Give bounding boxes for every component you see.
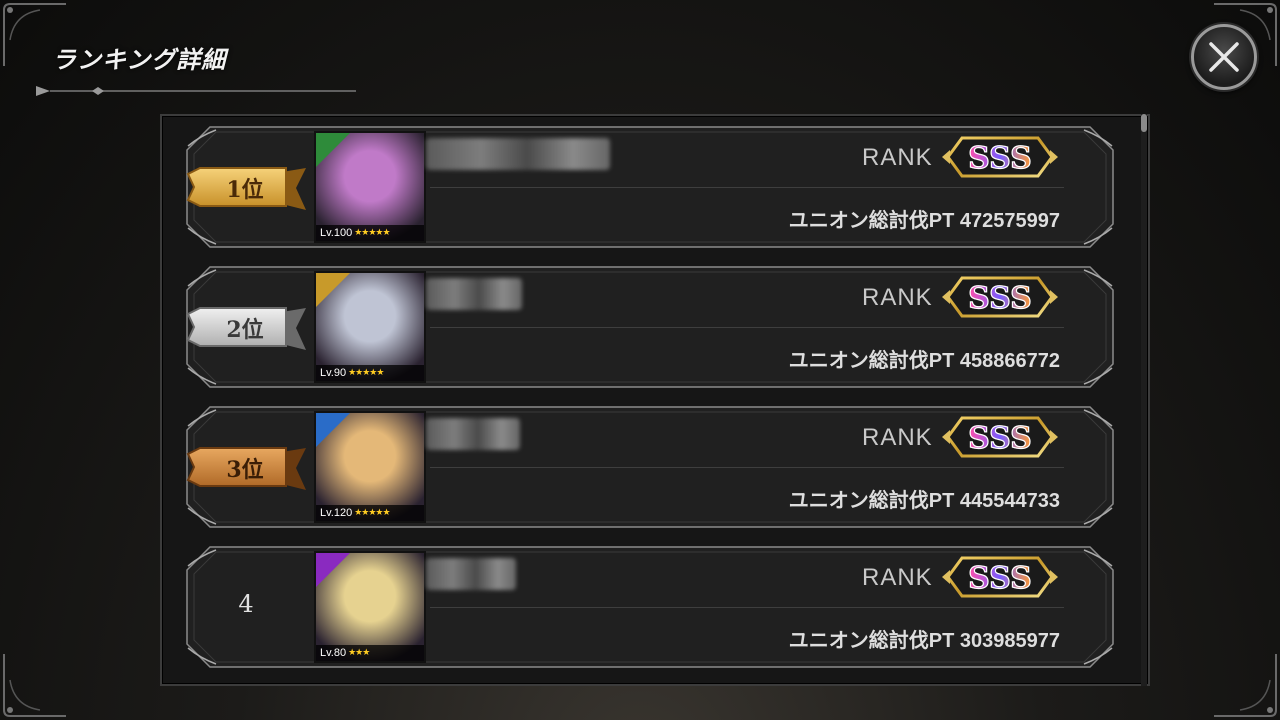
character-avatar: Lv.100 ★★★★★: [314, 131, 426, 243]
rank-grade-badge: SSS: [942, 272, 1058, 322]
character-avatar: Lv.90 ★★★★★: [314, 271, 426, 383]
level-label: Lv.120: [320, 507, 353, 519]
page-title: ランキング詳細: [52, 46, 227, 74]
attribute-corner-icon: [316, 553, 350, 587]
attribute-corner-icon: [316, 273, 350, 307]
union-points: ユニオン総討伐PT 445544733: [788, 490, 1060, 512]
level-bar: Lv.100 ★★★★★: [316, 225, 424, 241]
ranking-row[interactable]: 3位 Lv.120 ★★★★★ RANK SSS ユニオン総討伐PT 44554…: [186, 406, 1114, 528]
svg-text:SSS: SSS: [968, 561, 1032, 596]
rank-grade-badge: SSS: [942, 132, 1058, 182]
rank-position-text: 3位: [226, 457, 264, 483]
ranking-row[interactable]: 1位 Lv.100 ★★★★★ RANK SSS ユニオン総討伐PT 47257…: [186, 126, 1114, 248]
player-name-blurred: [426, 418, 520, 450]
player-name-blurred: [426, 278, 522, 310]
player-name-blurred: [426, 138, 610, 170]
svg-text:SSS: SSS: [968, 421, 1032, 456]
player-name-blurred: [426, 558, 516, 590]
level-bar: Lv.80 ★★★: [316, 645, 424, 661]
level-label: Lv.90: [320, 367, 347, 379]
ornament-corner-bottom-right: [1210, 650, 1280, 720]
rank-position-text: 2位: [226, 317, 264, 343]
rank-position-text: 4: [238, 590, 254, 618]
star-rating: ★★★★★: [354, 508, 390, 518]
rank-grade-badge: SSS: [942, 552, 1058, 602]
row-divider: [430, 327, 1064, 328]
level-bar: Lv.90 ★★★★★: [316, 365, 424, 381]
svg-text:SSS: SSS: [968, 141, 1032, 176]
row-divider: [430, 187, 1064, 188]
star-rating: ★★★★★: [348, 368, 384, 378]
union-points: ユニオン総討伐PT 303985977: [788, 630, 1060, 652]
character-avatar: Lv.120 ★★★★★: [314, 411, 426, 523]
close-icon: [1209, 42, 1239, 72]
rank-label: RANK: [862, 564, 933, 591]
scrollbar-thumb[interactable]: [1141, 114, 1147, 132]
union-points: ユニオン総討伐PT 472575997: [788, 210, 1060, 232]
rank-label: RANK: [862, 284, 933, 311]
scrollbar[interactable]: [1141, 114, 1147, 686]
attribute-corner-icon: [316, 413, 350, 447]
rank-grade-badge: SSS: [942, 412, 1058, 462]
rank-position-badge: 2位: [186, 306, 310, 352]
row-divider: [430, 467, 1064, 468]
level-label: Lv.100: [320, 227, 353, 239]
rank-position-badge: 3位: [186, 446, 310, 492]
character-avatar: Lv.80 ★★★: [314, 551, 426, 663]
star-rating: ★★★★★: [354, 228, 390, 238]
rank-label: RANK: [862, 424, 933, 451]
svg-text:SSS: SSS: [968, 281, 1032, 316]
ornament-corner-bottom-left: [0, 650, 70, 720]
level-label: Lv.80: [320, 647, 347, 659]
level-bar: Lv.120 ★★★★★: [316, 505, 424, 521]
union-points: ユニオン総討伐PT 458866772: [788, 350, 1060, 372]
close-button[interactable]: [1191, 24, 1257, 90]
row-divider: [430, 607, 1064, 608]
rank-position-text: 1位: [226, 177, 264, 203]
ranking-row[interactable]: 4 Lv.80 ★★★ RANK SSS ユニオン総討伐PT 303985977: [186, 546, 1114, 668]
rank-label: RANK: [862, 144, 933, 171]
title-underline: [36, 83, 356, 97]
rank-position-badge: 1位: [186, 166, 310, 212]
star-rating: ★★★: [348, 648, 370, 658]
ranking-row[interactable]: 2位 Lv.90 ★★★★★ RANK SSS ユニオン総討伐PT 458866…: [186, 266, 1114, 388]
attribute-corner-icon: [316, 133, 350, 167]
